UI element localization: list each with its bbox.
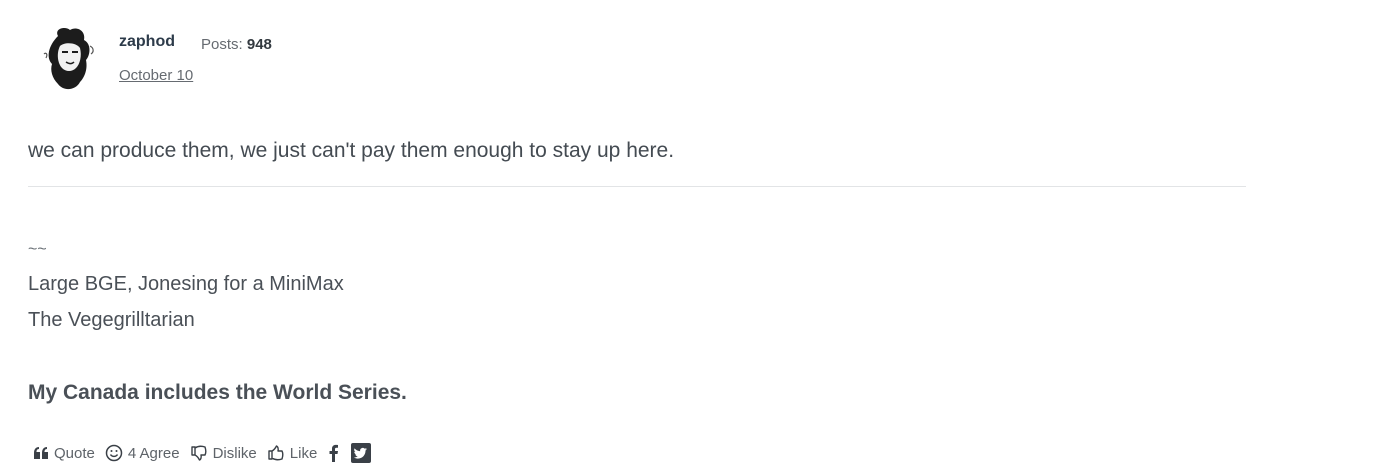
signature-line: The Vegegrilltarian <box>28 309 195 331</box>
smiley-icon <box>105 444 123 462</box>
quote-label: Quote <box>54 444 95 462</box>
post-date-link[interactable]: October 10 <box>119 67 193 84</box>
dislike-label: Dislike <box>212 444 257 462</box>
signature-bold-line: My Canada includes the World Series. <box>28 381 407 404</box>
signature-divider <box>28 186 1246 187</box>
quote-button[interactable]: Quote <box>33 445 95 462</box>
dislike-button[interactable]: Dislike <box>190 444 257 462</box>
avatar-portrait-icon <box>43 28 94 90</box>
share-twitter-button[interactable] <box>351 443 372 463</box>
agree-label: 4 Agree <box>127 444 180 462</box>
facebook-icon <box>329 444 339 462</box>
signature-line: ~~ <box>28 241 47 258</box>
avatar[interactable] <box>36 26 100 92</box>
author-link[interactable]: zaphod <box>119 33 175 51</box>
forum-post: zaphod Posts: 948 October 10 we can prod… <box>0 0 1376 468</box>
agree-button[interactable]: 4 Agree <box>105 444 180 462</box>
post-message: we can produce them, we just can't pay t… <box>28 139 675 162</box>
thumbs-up-icon <box>268 445 284 461</box>
quote-icon <box>34 447 48 459</box>
like-button[interactable]: Like <box>267 444 318 462</box>
post-count: Posts: 948 <box>201 36 272 53</box>
posts-label: Posts: <box>201 36 243 53</box>
signature-line: Large BGE, Jonesing for a MiniMax <box>28 273 344 295</box>
thumbs-down-icon <box>190 445 207 461</box>
like-label: Like <box>289 444 318 462</box>
reaction-bar: Quote 4 Agree Dislike Like <box>33 441 383 465</box>
twitter-icon <box>351 443 372 463</box>
posts-count-value: 948 <box>246 36 272 53</box>
share-facebook-button[interactable] <box>327 444 339 462</box>
